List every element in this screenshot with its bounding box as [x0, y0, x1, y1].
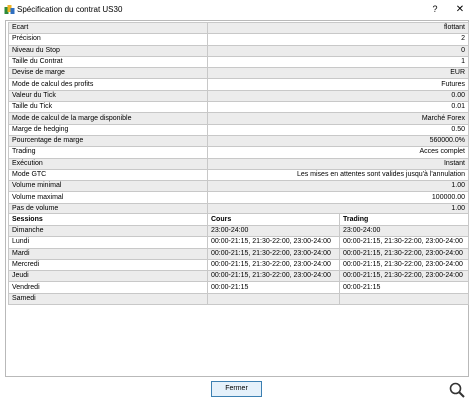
spec-value: 2 [207, 33, 469, 46]
session-trading: 00:00-21:15, 21:30-22:00, 23:00-24:00 [339, 236, 469, 249]
spec-value: Futures [207, 78, 469, 91]
spec-label: Niveau du Stop [8, 44, 208, 57]
specification-table: Ecart flottant Précision 2 Niveau du Stop 0 Ta… [8, 21, 469, 216]
spec-label: Devise de marge [8, 67, 208, 80]
spec-value: 0.50 [207, 123, 469, 136]
spec-label: Précision [8, 33, 208, 46]
spec-row: Exécution Instant [8, 157, 469, 170]
session-trading: 00:00-21:15 [339, 281, 469, 294]
session-trading: 00:00-21:15, 21:30-22:00, 23:00-24:00 [339, 258, 469, 272]
session-trading: 00:00-21:15, 21:30-22:00, 23:00-24:00 [339, 247, 469, 260]
session-quotes: 00:00-21:15 [207, 281, 340, 294]
spec-label: Mode GTC [8, 168, 208, 182]
window-title: Spécification du contrat US30 [17, 5, 123, 14]
session-quotes: 23:00-24:00 [207, 224, 340, 238]
session-day: Samedi [8, 292, 208, 306]
spec-label: Ecart [8, 21, 208, 35]
dialog-footer: Fermer [0, 378, 474, 401]
session-day: Jeudi [8, 270, 208, 283]
session-row: Lundi 00:00-21:15, 21:30-22:00, 23:00-24:… [8, 236, 469, 249]
sessions-header-quotes: Cours [207, 213, 340, 226]
session-day: Dimanche [8, 224, 208, 238]
spec-value: EUR [207, 67, 469, 80]
spec-row: Niveau du Stop 0 [8, 44, 469, 57]
spec-label: Taille du Contrat [8, 55, 208, 69]
spec-row: Mode de calcul de la marge disponible Mar… [8, 112, 469, 125]
session-trading [339, 292, 469, 306]
session-day: Mercredi [8, 258, 208, 272]
session-day: Mardi [8, 247, 208, 260]
spec-row: Taille du Tick 0.01 [8, 101, 469, 114]
spec-value: 100000.00 [207, 191, 469, 204]
spec-label: Exécution [8, 157, 208, 170]
session-trading: 23:00-24:00 [339, 224, 469, 238]
session-row: Samedi [8, 292, 469, 306]
spec-value: Les mises en attentes sont valides jusqu… [207, 168, 469, 182]
session-row: Dimanche 23:00-24:00 23:00-24:00 [8, 224, 469, 238]
spec-label: Pourcentage de marge [8, 134, 208, 148]
spec-value: 0 [207, 44, 469, 57]
spec-row: Volume maximal 100000.00 [8, 191, 469, 204]
spec-row: Valeur du Tick 0.00 [8, 89, 469, 103]
sessions-header-day: Sessions [8, 213, 208, 226]
spec-row: Volume minimal 1.00 [8, 180, 469, 193]
spec-label: Trading [8, 146, 208, 159]
spec-row: Mode GTC Les mises en attentes sont valid… [8, 168, 469, 182]
spec-row: Taille du Contrat 1 [8, 55, 469, 69]
spec-value: 1.00 [207, 180, 469, 193]
spec-value: flottant [207, 21, 469, 35]
spec-label: Mode de calcul des profits [8, 78, 208, 91]
sessions-header-row: Sessions Cours Trading [8, 213, 469, 226]
spec-row: Trading Acces complet [8, 146, 469, 159]
session-row: Mercredi 00:00-21:15, 21:30-22:00, 23:00-… [8, 258, 469, 272]
spec-row: Devise de marge EUR [8, 67, 469, 80]
session-quotes: 00:00-21:15, 21:30-22:00, 23:00-24:00 [207, 236, 340, 249]
spec-row: Pourcentage de marge 560000.0% [8, 134, 469, 148]
magnifier-icon[interactable] [448, 381, 466, 399]
spec-value: Acces complet [207, 146, 469, 159]
session-trading: 00:00-21:15, 21:30-22:00, 23:00-24:00 [339, 270, 469, 283]
spec-value: 1 [207, 55, 469, 69]
spec-label: Valeur du Tick [8, 89, 208, 103]
session-row: Vendredi 00:00-21:15 00:00-21:15 [8, 281, 469, 294]
spec-value: 0.00 [207, 89, 469, 103]
spec-row: Ecart flottant [8, 21, 469, 35]
app-icon [4, 5, 15, 14]
spec-label: Mode de calcul de la marge disponible [8, 112, 208, 125]
spec-value: 0.01 [207, 101, 469, 114]
session-quotes [207, 292, 340, 306]
session-quotes: 00:00-21:15, 21:30-22:00, 23:00-24:00 [207, 270, 340, 283]
sessions-table: Sessions Cours Trading Dimanche 23:00-24:… [8, 213, 469, 306]
sessions-header-trading: Trading [339, 213, 469, 226]
spec-row: Précision 2 [8, 33, 469, 46]
session-quotes: 00:00-21:15, 21:30-22:00, 23:00-24:00 [207, 258, 340, 272]
spec-label: Volume minimal [8, 180, 208, 193]
title-bar: Spécification du contrat US30 ? ✕ [0, 0, 474, 20]
spec-row: Mode de calcul des profits Futures [8, 78, 469, 91]
spec-value: Marché Forex [207, 112, 469, 125]
spec-label: Taille du Tick [8, 101, 208, 114]
specification-panel: Ecart flottant Précision 2 Niveau du Stop 0 Ta… [5, 20, 469, 377]
window-close-button[interactable]: ✕ [452, 3, 468, 16]
close-button[interactable]: Fermer [211, 381, 262, 397]
spec-label: Volume maximal [8, 191, 208, 204]
session-row: Mardi 00:00-21:15, 21:30-22:00, 23:00-24:… [8, 247, 469, 260]
spec-value: Instant [207, 157, 469, 170]
session-quotes: 00:00-21:15, 21:30-22:00, 23:00-24:00 [207, 247, 340, 260]
spec-label: Marge de hedging [8, 123, 208, 136]
session-day: Vendredi [8, 281, 208, 294]
session-day: Lundi [8, 236, 208, 249]
session-row: Jeudi 00:00-21:15, 21:30-22:00, 23:00-24:… [8, 270, 469, 283]
help-button[interactable]: ? [428, 3, 442, 16]
spec-value: 560000.0% [207, 134, 469, 148]
spec-row: Marge de hedging 0.50 [8, 123, 469, 136]
